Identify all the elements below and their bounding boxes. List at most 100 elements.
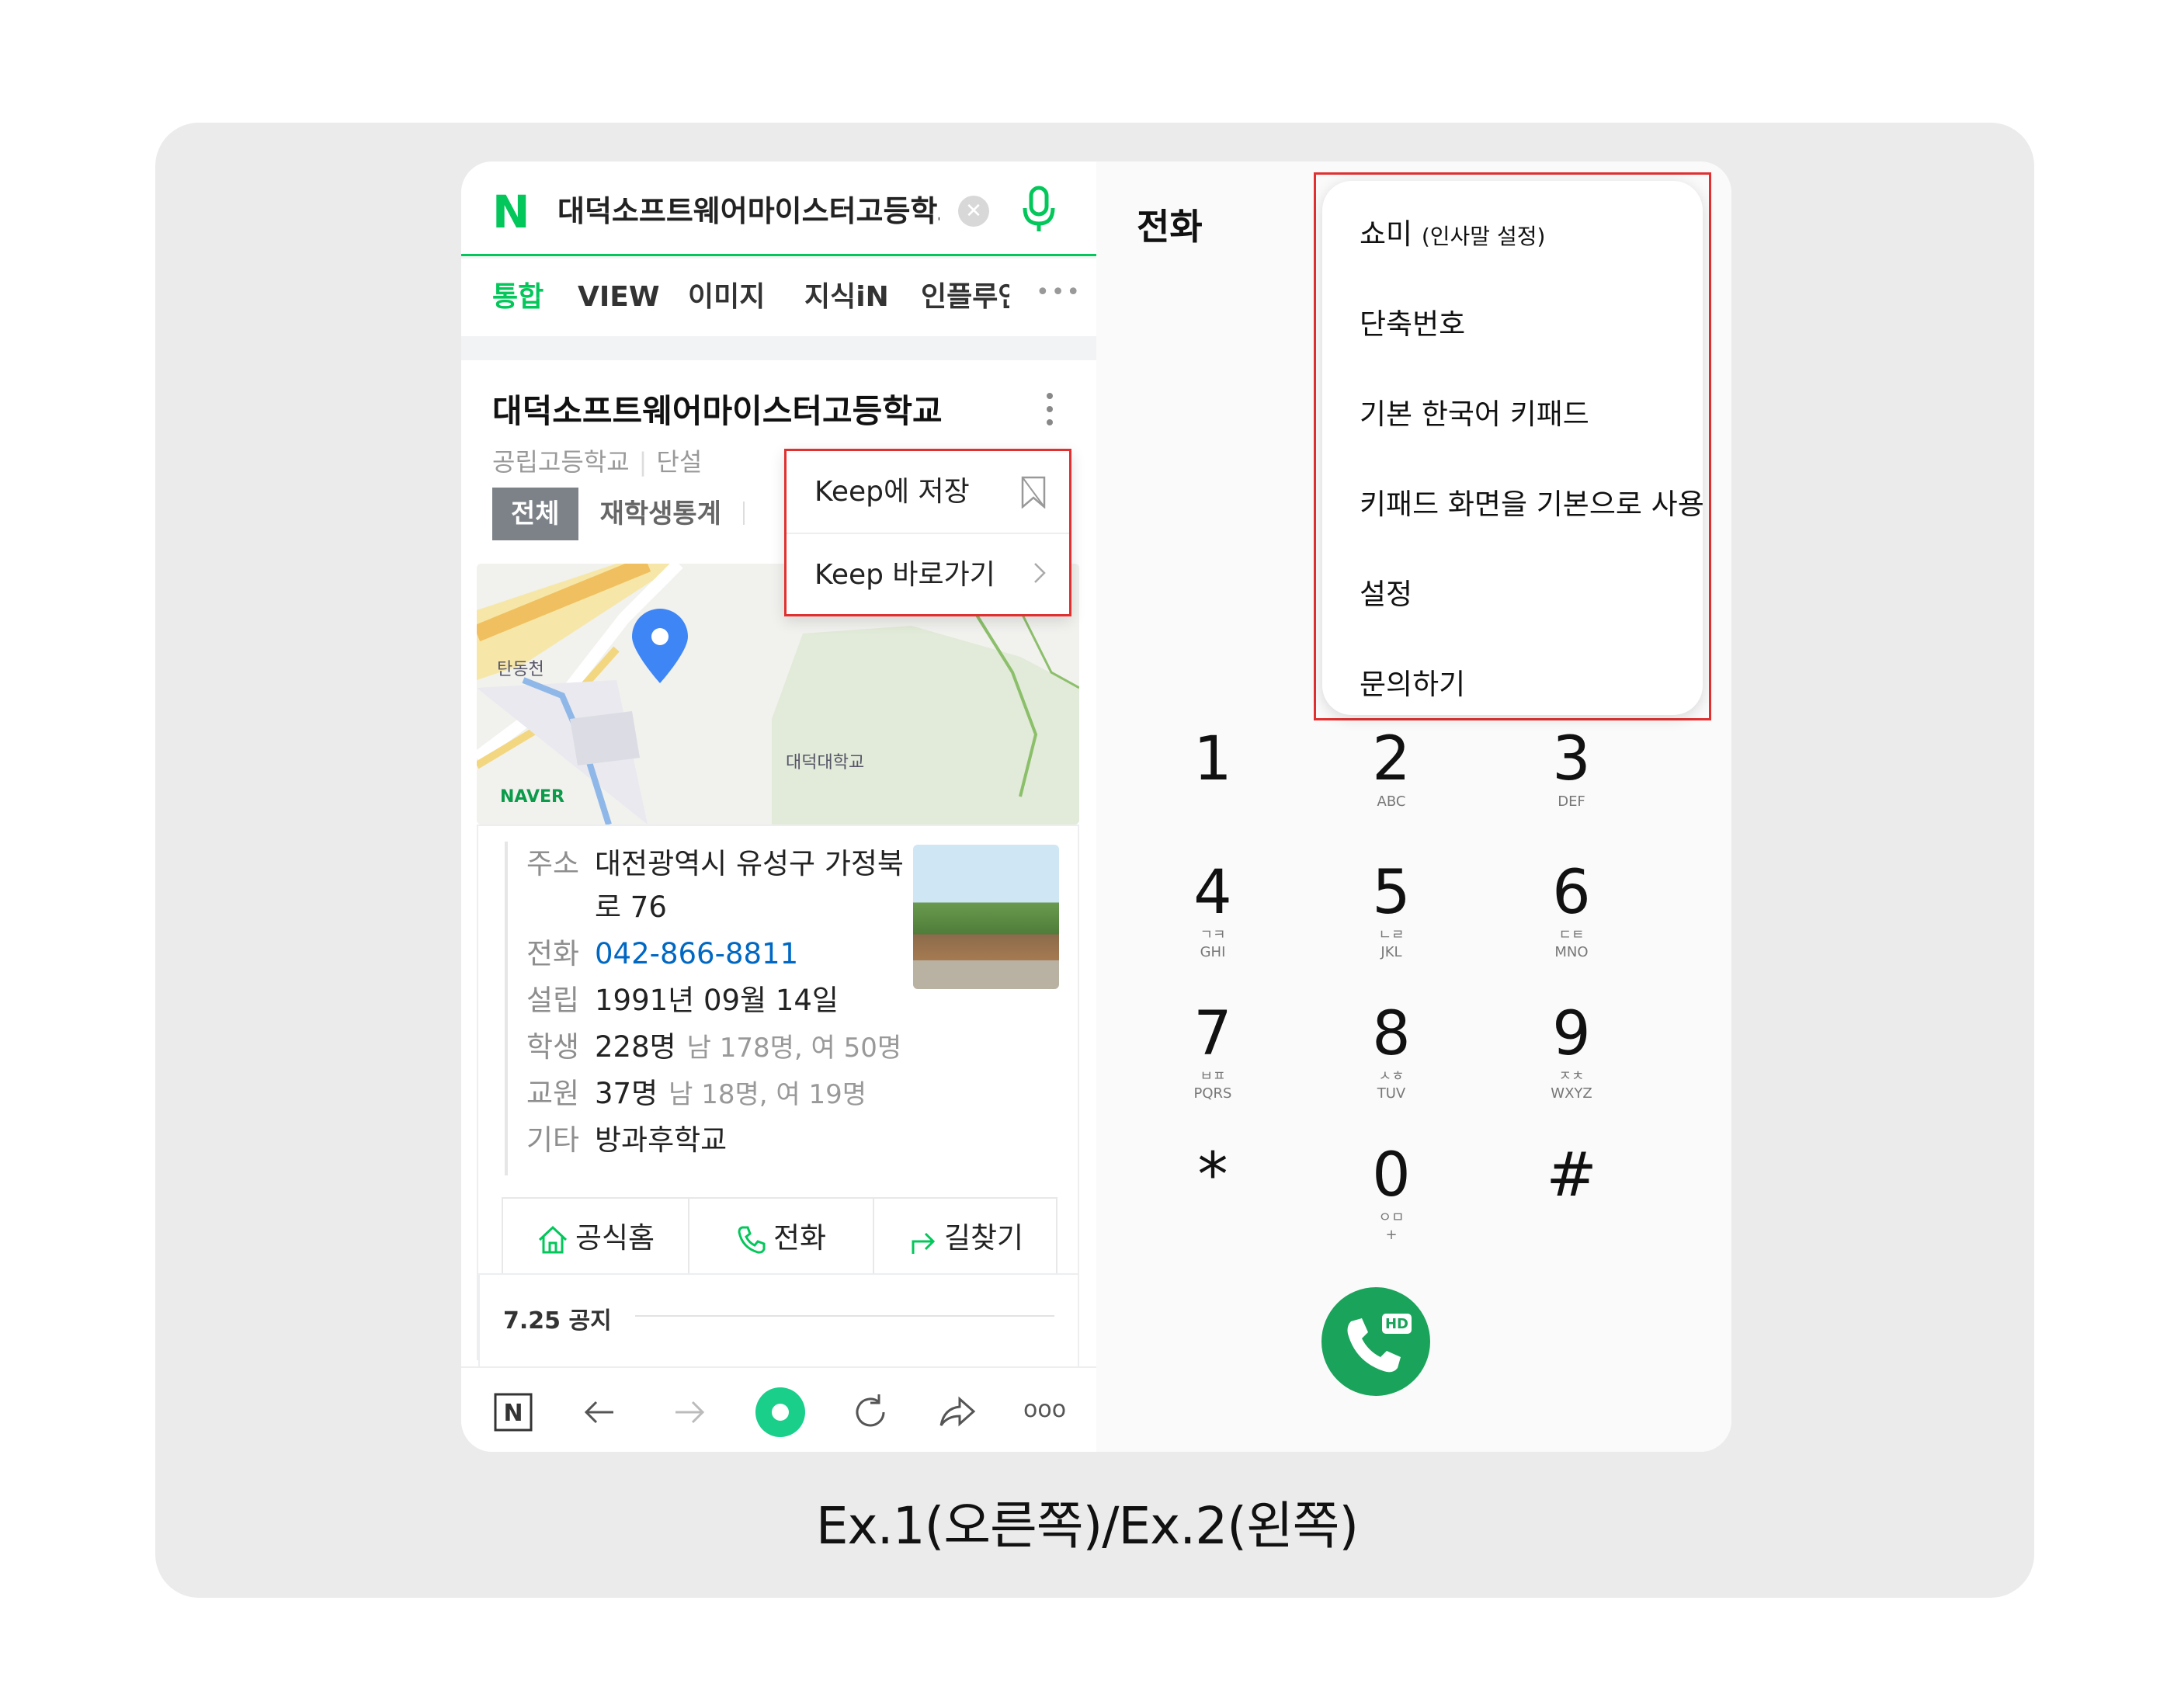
chevron-right-icon — [1034, 563, 1046, 583]
key-digit: 9 — [1552, 999, 1591, 1069]
key-9[interactable]: 9 ㅈㅊ WXYZ — [1509, 1000, 1634, 1102]
green-dot-icon[interactable] — [753, 1385, 807, 1439]
detail-value[interactable]: 대전광역시 유성구 가정북 — [595, 847, 904, 880]
detail-key: 교원 — [526, 1077, 580, 1110]
naver-logo[interactable]: N — [492, 189, 530, 234]
more-menu-icon[interactable]: ooo — [1023, 1396, 1078, 1438]
key-digit: 5 — [1372, 858, 1411, 928]
key-digit: 7 — [1193, 999, 1232, 1069]
menu-item-speed-dial[interactable]: 단축번호 — [1360, 305, 1465, 344]
action-label: 전화 — [773, 1221, 827, 1255]
key-letters: PQRS — [1193, 1085, 1232, 1102]
key-letters: JKL — [1380, 944, 1402, 960]
key-2[interactable]: 2 ABC — [1329, 725, 1453, 811]
detail-extra: 남 178명, 여 50명 — [686, 1033, 902, 1064]
tab-images[interactable]: 이미지 — [688, 279, 765, 316]
map-label-university: 대덕대학교 — [786, 753, 865, 772]
dialer-overflow-menu: 쇼미 (인사말 설정) 단축번호 기본 한국어 키패드 키패드 화면을 기본으로… — [1314, 172, 1711, 720]
key-hangul: ㅂㅍ — [1200, 1068, 1226, 1085]
more-tabs-icon[interactable]: ••• — [1036, 279, 1082, 306]
detail-address: 주소 대전광역시 유성구 가정북 — [526, 845, 904, 884]
menu-item-contact-us[interactable]: 문의하기 — [1360, 665, 1465, 704]
naver-home-icon[interactable]: N — [492, 1391, 534, 1433]
notice-title: 7.25 공지 — [503, 1307, 612, 1335]
key-7[interactable]: 7 ㅂㅍ PQRS — [1151, 1000, 1275, 1102]
detail-address-cont[interactable]: 로 76 — [595, 888, 667, 927]
tab-view[interactable]: VIEW — [578, 279, 660, 316]
key-hangul: ㅅㅎ — [1378, 1068, 1405, 1085]
call-button[interactable]: 전화 — [688, 1199, 873, 1278]
key-0[interactable]: 0 ㅇㅁ + — [1329, 1141, 1453, 1244]
detail-key: 주소 — [526, 847, 580, 880]
key-1[interactable]: 1 — [1151, 725, 1275, 793]
naver-browser: N 대덕소프트웨어마이스터고등학교 ✕ 통합 VIEW 이미지 지식iN 인플루… — [461, 161, 1096, 1452]
category-label: 공립고등학교 — [492, 447, 630, 477]
menu-item-showme[interactable]: 쇼미 (인사말 설정) — [1360, 215, 1545, 256]
phone-screen: N 대덕소프트웨어마이스터고등학교 ✕ 통합 VIEW 이미지 지식iN 인플루… — [461, 161, 1731, 1452]
key-4[interactable]: 4 ㄱㅋ GHI — [1151, 859, 1275, 961]
homepage-button[interactable]: 공식홈 — [503, 1199, 688, 1278]
key-digit: 3 — [1552, 724, 1591, 794]
home-icon — [538, 1225, 567, 1253]
back-icon[interactable] — [579, 1391, 621, 1433]
search-tabs: 통합 VIEW 이미지 지식iN 인플루언서 ••• — [461, 259, 1096, 336]
menu-item-keypad-default[interactable]: 키패드 화면을 기본으로 사용 — [1360, 485, 1704, 524]
key-hangul: ㄷㅌ — [1558, 927, 1585, 943]
tab-influencer[interactable]: 인플루언서 — [921, 279, 1009, 316]
key-letters: WXYZ — [1551, 1085, 1592, 1102]
detail-extra: 남 18명, 여 19명 — [669, 1079, 867, 1110]
result-category: 공립고등학교 | 단설 — [492, 443, 702, 478]
key-letters: + — [1385, 1227, 1398, 1243]
tab-kin[interactable]: 지식iN — [804, 279, 889, 316]
dialer-title: 전화 — [1137, 206, 1203, 248]
key-hangul: ㄱㅋ — [1200, 927, 1226, 943]
key-letters: ABC — [1377, 793, 1406, 810]
chip-all[interactable]: 전체 — [492, 488, 578, 540]
key-5[interactable]: 5 ㄴㄹ JKL — [1329, 859, 1453, 961]
share-icon[interactable] — [936, 1391, 978, 1433]
phone-link[interactable]: 042-866-8811 — [595, 937, 798, 970]
refresh-icon[interactable] — [849, 1391, 891, 1433]
map-label-stream: 탄동천 — [497, 660, 544, 679]
detail-value: 방과후학교 — [595, 1123, 728, 1157]
key-3[interactable]: 3 DEF — [1509, 725, 1634, 811]
key-letters: TUV — [1377, 1085, 1406, 1102]
directions-button[interactable]: 길찾기 — [873, 1199, 1057, 1278]
detail-value: 1991년 09월 14일 — [595, 984, 839, 1017]
key-hangul: ㅈㅊ — [1558, 1068, 1585, 1085]
microphone-icon[interactable] — [1020, 185, 1057, 234]
caption: Ex.1(오른쪽)/Ex.2(왼쪽) — [815, 1496, 1359, 1556]
bookmark-icon — [1021, 476, 1046, 509]
keep-save-label: Keep에 저장 — [814, 476, 970, 508]
divider — [505, 842, 508, 1175]
tab-integrated[interactable]: 통합 — [492, 279, 544, 316]
search-input[interactable]: 대덕소프트웨어마이스터고등학교 — [557, 188, 939, 234]
key-digit: 8 — [1372, 999, 1411, 1069]
call-button[interactable]: HD — [1321, 1287, 1430, 1396]
result-title[interactable]: 대덕소프트웨어마이스터고등학교 — [492, 385, 943, 432]
key-star[interactable]: * — [1151, 1141, 1275, 1210]
detail-key: 전화 — [526, 937, 580, 970]
key-digit: 1 — [1193, 724, 1232, 794]
action-label: 공식홈 — [575, 1221, 655, 1255]
menu-item-korean-keypad[interactable]: 기본 한국어 키패드 — [1360, 395, 1589, 434]
browser-bottom-nav: N ooo — [461, 1366, 1096, 1452]
keep-shortcut-item[interactable]: Keep 바로가기 — [787, 533, 1069, 614]
more-options-icon[interactable] — [1045, 393, 1054, 430]
location-pin-icon[interactable] — [629, 609, 691, 686]
menu-note: (인사말 설정) — [1421, 224, 1546, 249]
keep-save-item[interactable]: Keep에 저장 — [787, 451, 1069, 533]
clear-icon[interactable]: ✕ — [958, 196, 989, 227]
forward-icon[interactable] — [668, 1391, 710, 1433]
notice-card[interactable]: 7.25 공지 — [478, 1273, 1079, 1382]
naver-map-brand: NAVER — [500, 787, 564, 807]
phone-hd-icon: HD — [1347, 1314, 1412, 1373]
school-photo[interactable] — [913, 845, 1059, 989]
key-8[interactable]: 8 ㅅㅎ TUV — [1329, 1000, 1453, 1102]
detail-key: 설립 — [526, 984, 580, 1017]
menu-item-settings[interactable]: 설정 — [1360, 575, 1412, 614]
key-6[interactable]: 6 ㄷㅌ MNO — [1509, 859, 1634, 961]
key-hash[interactable]: # — [1509, 1141, 1634, 1210]
phone-dialer: 전화 쇼미 (인사말 설정) 단축번호 기본 한국어 키패드 키패드 화면을 기… — [1096, 161, 1731, 1452]
chip-student-stats[interactable]: 재학생통계 — [578, 488, 743, 540]
